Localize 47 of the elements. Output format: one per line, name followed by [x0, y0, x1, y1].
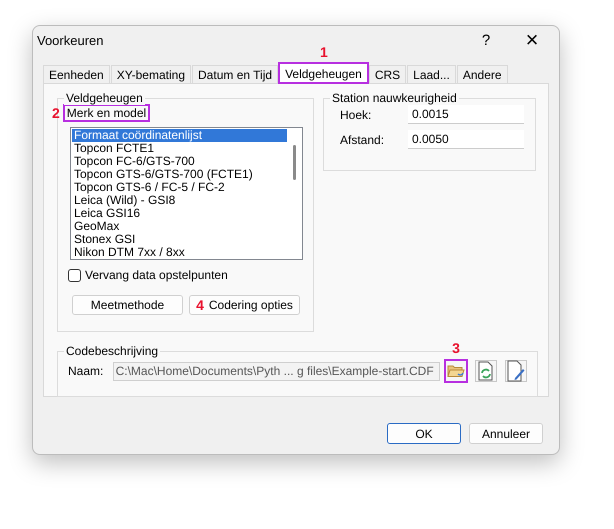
annotation-number: 1	[319, 44, 329, 60]
list-item[interactable]: Topcon GTS-6/GTS-700 (FCTE1)	[72, 168, 287, 181]
tab[interactable]: Eenheden	[43, 65, 110, 83]
ok-button[interactable]: OK	[387, 423, 461, 444]
input-field[interactable]: 0.0015	[408, 105, 524, 124]
annotation-number: 4	[196, 297, 204, 313]
tab[interactable]: Veldgeheugen	[279, 63, 368, 83]
list-label: Merk en model	[64, 105, 150, 121]
list-item[interactable]: Topcon GTS-6 / FC-5 / FC-2	[72, 181, 287, 194]
path-field[interactable]: C:\Mac\Home\Documents\Pyth ... g files\Example-start.CDF	[112, 362, 440, 380]
checkbox-label: Vervang data opstelpunten	[85, 268, 228, 282]
list-item[interactable]: Topcon FCTE1	[72, 142, 287, 155]
icon-button[interactable]	[505, 360, 527, 382]
document-refresh-icon	[477, 361, 495, 381]
tab[interactable]: Datum en Tijd	[192, 65, 278, 83]
group-title: Codebeschrijving	[64, 344, 160, 358]
close-button[interactable]: ×	[509, 26, 555, 54]
window-title: Voorkeuren	[37, 32, 104, 48]
list-item[interactable]: Formaat coördinatenlijst	[72, 129, 287, 142]
list-item[interactable]: Leica (Wild) - GSI8	[72, 194, 287, 207]
help-button[interactable]: ?	[463, 26, 509, 54]
folder-icon	[447, 363, 465, 379]
tab[interactable]: CRS	[368, 65, 406, 83]
method-button[interactable]: Meetmethode	[72, 295, 183, 315]
cancel-button[interactable]: Annuleer	[469, 423, 543, 444]
input-field[interactable]: 0.0050	[408, 130, 524, 149]
field-label: Naam:	[68, 364, 104, 378]
list-item[interactable]: GeoMax	[72, 220, 287, 233]
scrollbar-thumb[interactable]	[293, 145, 296, 180]
document-edit-icon	[506, 360, 526, 382]
field-label: Hoek:	[340, 108, 372, 122]
options-button[interactable]: 4 Codering opties	[189, 295, 300, 315]
group-title: Station nauwkeurigheid	[330, 91, 459, 105]
tab[interactable]: XY-bemating	[110, 65, 192, 83]
list-item[interactable]: Leica GSI16	[72, 207, 287, 220]
list-item[interactable]: Nikon DTM 7xx / 8xx	[72, 246, 287, 259]
annotation-number: 2	[52, 105, 60, 121]
icon-button[interactable]	[445, 360, 467, 382]
field-label: Afstand:	[340, 132, 386, 146]
checkbox[interactable]	[68, 268, 81, 282]
group-title: Veldgeheugen	[64, 91, 145, 105]
tab[interactable]: Laad...	[407, 65, 456, 83]
tab[interactable]: Andere	[456, 65, 508, 83]
list-item[interactable]: Stonex GSI	[72, 233, 287, 246]
icon-button[interactable]	[475, 360, 497, 382]
annotation-number: 3	[451, 340, 461, 356]
list-item[interactable]: Topcon FC-6/GTS-700	[72, 155, 287, 168]
